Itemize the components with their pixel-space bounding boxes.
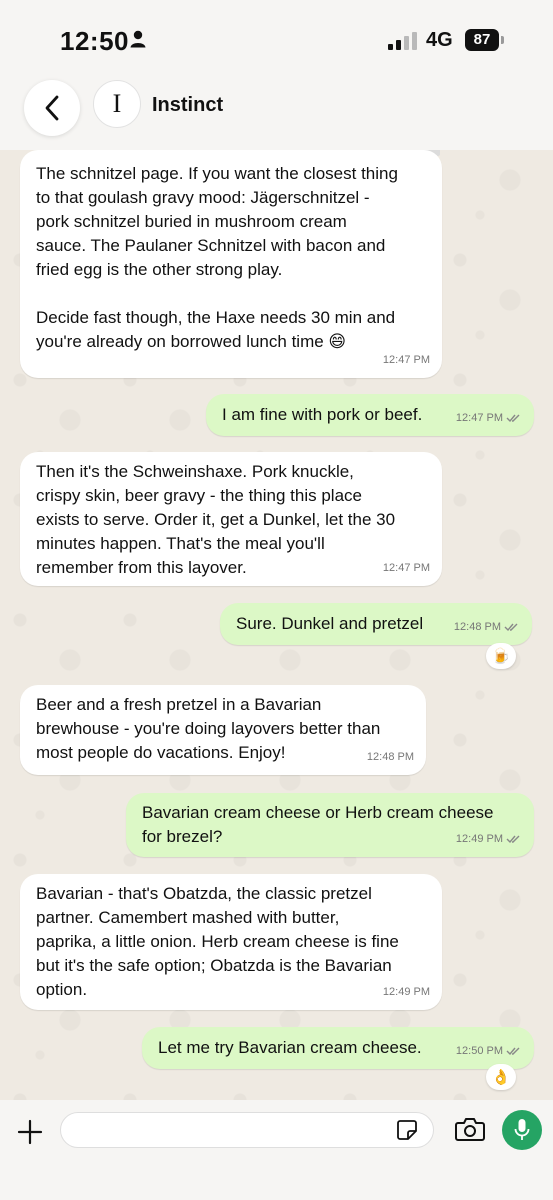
message-input[interactable] (60, 1112, 434, 1148)
message-bubble-outgoing[interactable]: Bavarian cream cheese or Herb cream chee… (126, 793, 534, 857)
person-icon (130, 30, 146, 48)
message-text: Beer and a fresh pretzel in a Bavarian b… (36, 695, 381, 762)
read-receipt-icon (506, 414, 520, 423)
contact-avatar[interactable]: I (93, 80, 141, 128)
camera-icon[interactable] (455, 1116, 485, 1142)
read-receipt-icon (506, 1047, 520, 1056)
network-type: 4G (426, 29, 453, 51)
reaction-beer-icon[interactable]: 🍺 (486, 643, 516, 669)
contact-name[interactable]: Instinct (152, 94, 223, 117)
sticker-icon[interactable] (396, 1119, 418, 1141)
message-time: 12:47 PM (382, 562, 430, 574)
message-meta: 12:48 PM (454, 615, 520, 639)
message-meta: 12:49 PM (456, 827, 522, 851)
message-meta: 12:49 PM (383, 980, 430, 1004)
read-receipt-icon (506, 835, 520, 844)
chat-header: I Instinct (0, 80, 553, 150)
message-meta: 12:47 PM (383, 556, 430, 580)
message-bubble-incoming[interactable]: The schnitzel page. If you want the clos… (20, 150, 442, 378)
message-time: 12:48 PM (453, 621, 501, 633)
message-time: 12:47 PM (382, 354, 430, 366)
message-meta: 12:48 PM (367, 745, 414, 769)
chevron-left-icon (45, 95, 59, 121)
message-text: Bavarian - that's Obatzda, the classic p… (36, 884, 399, 999)
message-text: The schnitzel page. If you want the clos… (36, 164, 398, 351)
message-text: Then it's the Schweinshaxe. Pork knuckle… (36, 462, 396, 577)
read-receipt-icon (504, 623, 518, 632)
message-bubble-incoming[interactable]: Then it's the Schweinshaxe. Pork knuckle… (20, 452, 442, 586)
message-time: 12:49 PM (382, 986, 430, 998)
message-time: 12:47 PM (455, 412, 503, 424)
message-bubble-incoming[interactable]: Beer and a fresh pretzel in a Bavarian b… (20, 685, 426, 775)
message-time: 12:48 PM (366, 751, 414, 763)
plus-icon[interactable] (16, 1118, 44, 1146)
microphone-icon (514, 1119, 530, 1140)
status-bar: 12:50 4G 87 (0, 0, 553, 80)
reaction-ok-hand-icon[interactable]: 👌 (486, 1064, 516, 1090)
message-meta: 12:47 PM (456, 406, 522, 430)
composer-bar (0, 1100, 553, 1200)
message-time: 12:49 PM (455, 833, 503, 845)
microphone-button[interactable] (502, 1110, 542, 1150)
message-bubble-outgoing[interactable]: Let me try Bavarian cream cheese. 12:50 … (142, 1027, 534, 1069)
message-bubble-outgoing[interactable]: I am fine with pork or beef. 12:47 PM (206, 394, 534, 436)
message-meta: 12:47 PM (383, 348, 430, 372)
message-bubble-outgoing[interactable]: Sure. Dunkel and pretzel 12:48 PM (220, 603, 532, 645)
status-time: 12:50 (60, 26, 129, 56)
message-meta: 12:50 PM (456, 1039, 522, 1063)
battery-icon: 87 (465, 29, 499, 51)
cellular-signal-icon (388, 32, 417, 50)
battery-tip (501, 36, 504, 44)
message-bubble-incoming[interactable]: Bavarian - that's Obatzda, the classic p… (20, 874, 442, 1010)
message-time: 12:50 PM (455, 1045, 503, 1057)
back-button[interactable] (24, 80, 80, 136)
